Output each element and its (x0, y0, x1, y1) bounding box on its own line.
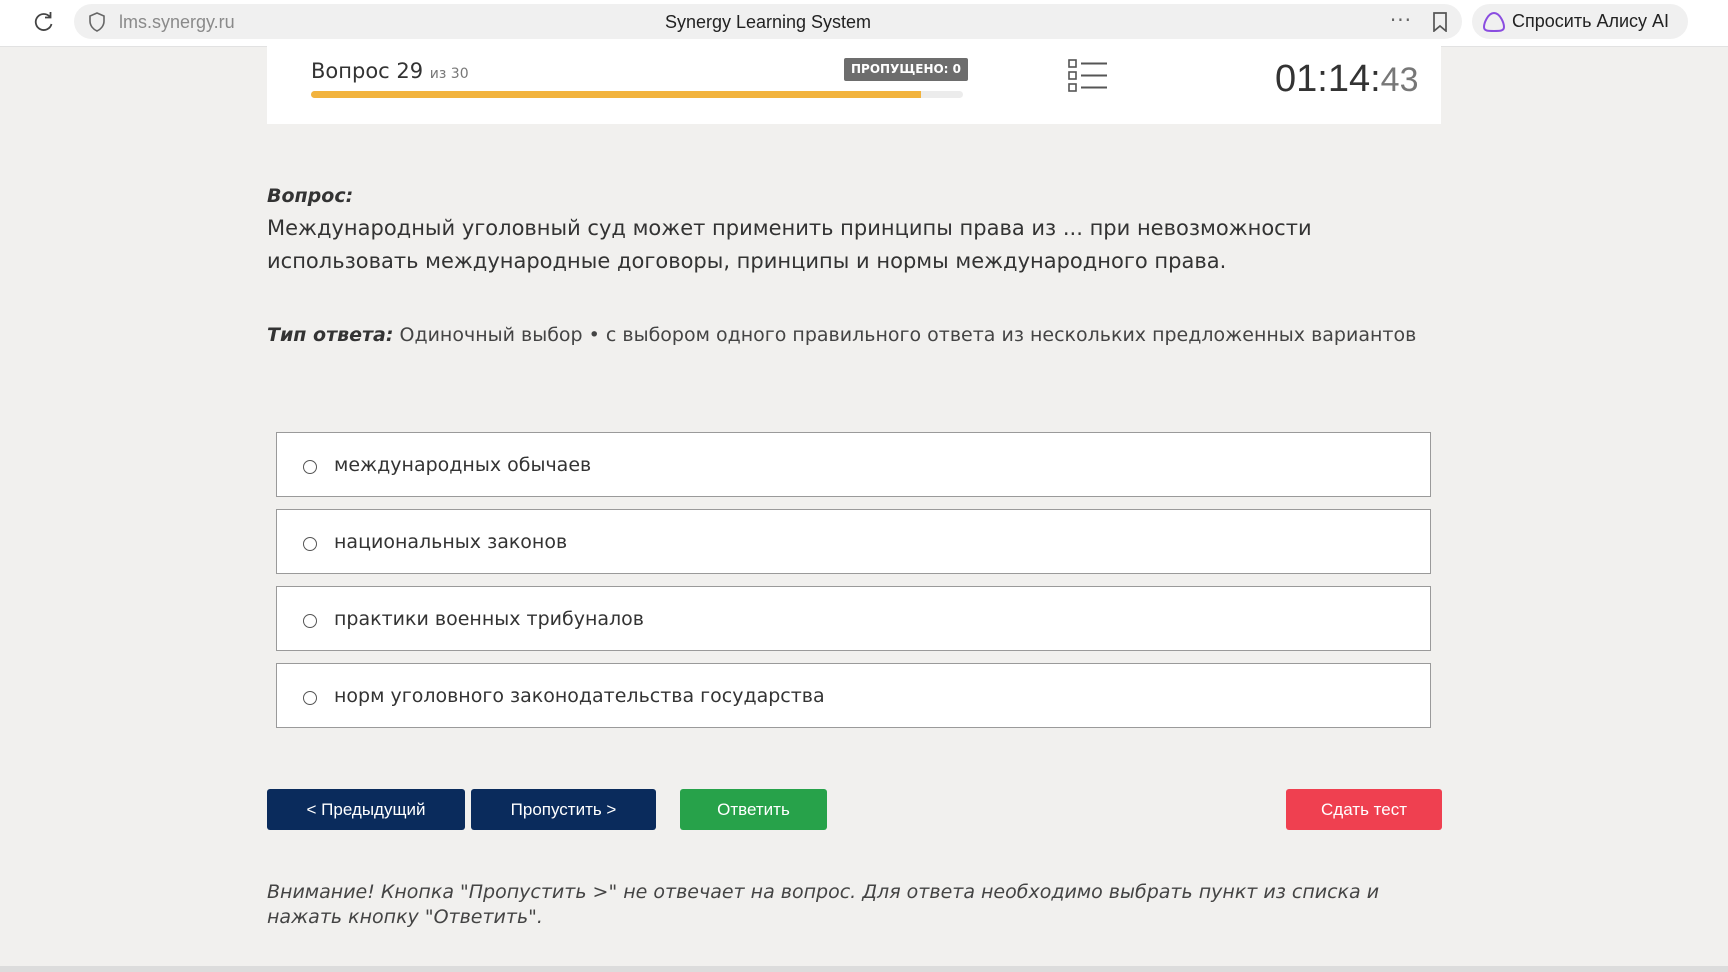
skipped-badge[interactable]: ПРОПУЩЕНО: 0 (844, 58, 969, 81)
radio-button[interactable] (303, 614, 317, 628)
question-number: Вопрос 29 (311, 59, 424, 83)
bottom-scrollbar[interactable] (0, 966, 1728, 972)
question-list-icon[interactable] (1068, 58, 1108, 98)
timer-main: 01:14: (1275, 58, 1381, 100)
page-title: Synergy Learning System (664, 12, 872, 32)
answer-option[interactable]: норм уголовного законодательства государ… (276, 663, 1431, 728)
radio-button[interactable] (303, 537, 317, 551)
radio-button[interactable] (303, 460, 317, 474)
answer-option[interactable]: международных обычаев (276, 432, 1431, 497)
timer: 01:14:43 (1275, 58, 1418, 101)
test-header: Вопрос 29 из 30 ПРОПУЩЕНО: 0 01:14:43 (267, 46, 1441, 124)
reload-icon[interactable] (30, 8, 58, 36)
address-bar[interactable]: lms.synergy.ru Synergy Learning System ·… (74, 4, 1462, 39)
option-label: национальных законов (334, 531, 568, 553)
answer-type: Тип ответа: Одиночный выбор • с выбором … (267, 324, 1416, 346)
option-label: международных обычаев (334, 454, 592, 476)
question-total: из 30 (429, 66, 469, 82)
progress-fill (311, 91, 921, 98)
progress-bar (311, 91, 963, 98)
answer-type-value: Одиночный выбор • с выбором одного прави… (399, 324, 1417, 346)
answer-option[interactable]: практики военных трибуналов (276, 586, 1431, 651)
question-counter: Вопрос 29 из 30 (311, 59, 469, 83)
radio-button[interactable] (303, 691, 317, 705)
answer-type-label: Тип ответа: (267, 324, 394, 346)
skip-button[interactable]: Пропустить > (471, 789, 656, 830)
question-text: Международный уголовный суд может примен… (267, 216, 1312, 273)
answer-button[interactable]: Ответить (680, 789, 827, 830)
bookmark-icon[interactable] (1432, 12, 1448, 36)
timer-seconds: 43 (1380, 61, 1419, 99)
alice-icon (1482, 11, 1506, 37)
question-label: Вопрос: (267, 185, 354, 207)
option-label: практики военных трибуналов (334, 608, 644, 630)
answer-option[interactable]: национальных законов (276, 509, 1431, 574)
alice-button[interactable]: Спросить Алису AI (1472, 4, 1688, 39)
notice-text: Внимание! Кнопка "Пропустить >" не отвеч… (267, 881, 1380, 928)
alice-label: Спросить Алису AI (1512, 11, 1670, 31)
previous-button[interactable]: < Предыдущий (267, 789, 465, 830)
browser-toolbar: lms.synergy.ru Synergy Learning System ·… (0, 0, 1728, 47)
more-icon[interactable]: ··· (1390, 8, 1412, 32)
submit-test-button[interactable]: Сдать тест (1286, 789, 1442, 830)
option-label: норм уголовного законодательства государ… (334, 685, 825, 707)
